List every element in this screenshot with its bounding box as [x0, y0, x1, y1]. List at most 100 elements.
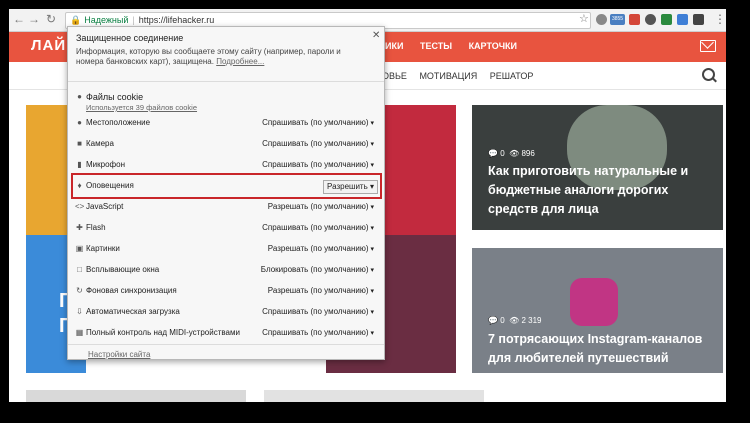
reload-icon[interactable]: ↻	[44, 12, 58, 26]
notifications-select[interactable]: Разрешить ▾	[323, 180, 378, 194]
card-title-line: бюджетные аналоги дорогих	[488, 183, 669, 197]
site-logo[interactable]: ЛАЙ	[31, 37, 66, 54]
extension-circle-icon[interactable]	[596, 14, 607, 25]
permission-label: Оповещения	[86, 181, 134, 190]
extension-grid-icon[interactable]	[693, 14, 704, 25]
popup-icon: □	[77, 265, 82, 274]
cookies-link[interactable]: Используется 39 файлов cookie	[86, 103, 197, 112]
bookmark-star-icon[interactable]: ☆	[579, 12, 589, 25]
topnav-item[interactable]: ТЕСТЫ	[420, 41, 452, 51]
permission-select[interactable]: Разрешать (по умолчанию)	[268, 244, 374, 253]
permission-row: ▣ Картинки Разрешать (по умолчанию)	[68, 239, 384, 259]
comment-count: 0	[500, 149, 505, 158]
extension-green-icon[interactable]	[661, 14, 672, 25]
permission-row: □ Всплывающие окна Блокировать (по умолч…	[68, 260, 384, 280]
back-arrow-icon[interactable]: ←	[12, 12, 26, 26]
popup-title: Защищенное соединение	[76, 33, 184, 43]
location-icon: ●	[77, 118, 82, 127]
subnav-item[interactable]: ОВЬЕ	[382, 71, 407, 81]
permission-label: JavaScript	[86, 202, 124, 211]
popup-description-text: Информация, которую вы сообщаете этому с…	[76, 47, 341, 66]
article-card[interactable]: 💬 0 👁 896 Как приготовить натуральные и …	[472, 105, 723, 230]
download-icon: ⇩	[76, 307, 83, 316]
subnav-item[interactable]: РЕШАТОР	[490, 71, 534, 81]
notifications-value: Разрешить	[327, 182, 368, 191]
bell-icon: ♦	[77, 181, 82, 190]
code-icon: <>	[75, 202, 85, 211]
extension-blue-icon[interactable]	[677, 14, 688, 25]
card-title-line: для любителей путешествий	[488, 351, 669, 365]
permission-row: <> JavaScript Разрешать (по умолчанию)	[68, 197, 384, 217]
permission-select[interactable]: Блокировать (по умолчанию)	[261, 265, 374, 274]
card-title[interactable]: 7 потрясающих Instagram-каналов для люби…	[488, 330, 702, 368]
permission-select[interactable]: Разрешать (по умолчанию)	[268, 286, 374, 295]
permission-label: Местоположение	[86, 118, 151, 127]
permission-label: Всплывающие окна	[86, 265, 160, 274]
permission-row: ⇩ Автоматическая загрузка Спрашивать (по…	[68, 302, 384, 322]
permission-label: Картинки	[86, 244, 120, 253]
permission-row: ■ Камера Спрашивать (по умолчанию)	[68, 134, 384, 154]
permission-label: Микрофон	[86, 160, 125, 169]
forward-arrow-icon[interactable]: →	[27, 12, 41, 26]
extension-badge-icon[interactable]: 3855	[610, 14, 625, 25]
card-title-line: Как приготовить натуральные и	[488, 164, 689, 178]
extension-dot-icon[interactable]	[645, 14, 656, 25]
article-card-partial[interactable]	[26, 390, 246, 402]
permission-row: ✚ Flash Спрашивать (по умолчанию)	[68, 218, 384, 238]
more-link[interactable]: Подробнее...	[216, 57, 264, 66]
url-text[interactable]: https://lifehacker.ru	[139, 15, 215, 25]
article-card[interactable]: 💬 0 👁 2 319 7 потрясающих Instagram-кана…	[472, 248, 723, 373]
camera-icon: ■	[77, 139, 82, 148]
chrome-menu-icon[interactable]: ⋮	[714, 12, 726, 26]
card-meta: 💬 0 👁 896	[488, 149, 535, 158]
microphone-icon: ▮	[77, 160, 82, 169]
permission-select[interactable]: Разрешать (по умолчанию)	[268, 202, 374, 211]
topnav-item[interactable]: КАРТОЧКИ	[469, 41, 517, 51]
extension-badge-count: 3855	[611, 16, 624, 22]
permission-select[interactable]: Спрашивать (по умолчанию)	[262, 118, 374, 127]
permission-label: Flash	[86, 223, 106, 232]
permission-row: ● Местоположение Спрашивать (по умолчани…	[68, 113, 384, 133]
search-icon[interactable]	[702, 68, 715, 81]
permission-select[interactable]: Спрашивать (по умолчанию)	[262, 139, 374, 148]
divider	[68, 81, 384, 82]
permission-row: ▦ Полный контроль над MIDI-устройствами …	[68, 323, 384, 343]
permission-row: ♦ Оповещения Разрешить ▾	[68, 176, 384, 196]
comment-count: 0	[500, 316, 505, 325]
top-nav: РИКИ ТЕСТЫ КАРТОЧКИ	[379, 41, 531, 51]
url-separator: |	[132, 15, 135, 25]
midi-icon: ▦	[75, 328, 84, 337]
permission-select[interactable]: Спрашивать (по умолчанию)	[262, 223, 374, 232]
secure-label[interactable]: Надежный	[84, 15, 128, 25]
puzzle-icon: ✚	[76, 223, 83, 232]
divider	[68, 344, 384, 345]
close-icon[interactable]: ✕	[372, 30, 380, 41]
mail-icon[interactable]	[700, 40, 716, 52]
permission-row: ↻ Фоновая синхронизация Разрешать (по ум…	[68, 281, 384, 301]
card-meta: 💬 0 👁 2 319	[488, 316, 542, 325]
card-title-line: средств для лица	[488, 202, 599, 216]
subnav-item[interactable]: МОТИВАЦИЯ	[419, 71, 477, 81]
permission-row: ▮ Микрофон Спрашивать (по умолчанию)	[68, 155, 384, 175]
view-count: 2 319	[521, 316, 542, 325]
browser-window: ← → ↻ 🔒 Надежный | https://lifehacker.ru ☆ …	[9, 9, 726, 402]
gmail-icon[interactable]	[629, 14, 640, 25]
view-count: 896	[521, 149, 535, 158]
popup-description: Информация, которую вы сообщаете этому с…	[76, 47, 362, 67]
image-icon: ▣	[75, 244, 84, 253]
site-info-popup: ✕ Защищенное соединение Информация, кото…	[67, 26, 385, 360]
permission-select[interactable]: Спрашивать (по умолчанию)	[262, 160, 374, 169]
sync-icon: ↻	[76, 286, 83, 295]
cookie-icon: ●	[77, 92, 82, 101]
permission-select[interactable]: Спрашивать (по умолчанию)	[262, 307, 374, 316]
permission-label: Фоновая синхронизация	[86, 286, 177, 295]
article-card-partial[interactable]	[264, 390, 484, 402]
site-settings-link[interactable]: Настройки сайта	[88, 350, 150, 359]
instagram-icon	[570, 278, 618, 326]
permission-select[interactable]: Спрашивать (по умолчанию)	[262, 328, 374, 337]
card-title[interactable]: Как приготовить натуральные и бюджетные …	[488, 162, 688, 219]
permission-label: Камера	[86, 139, 114, 148]
permission-label: Полный контроль над MIDI-устройствами	[86, 328, 240, 337]
permission-label: Автоматическая загрузка	[86, 307, 180, 316]
card-title-line: 7 потрясающих Instagram-каналов	[488, 332, 703, 346]
